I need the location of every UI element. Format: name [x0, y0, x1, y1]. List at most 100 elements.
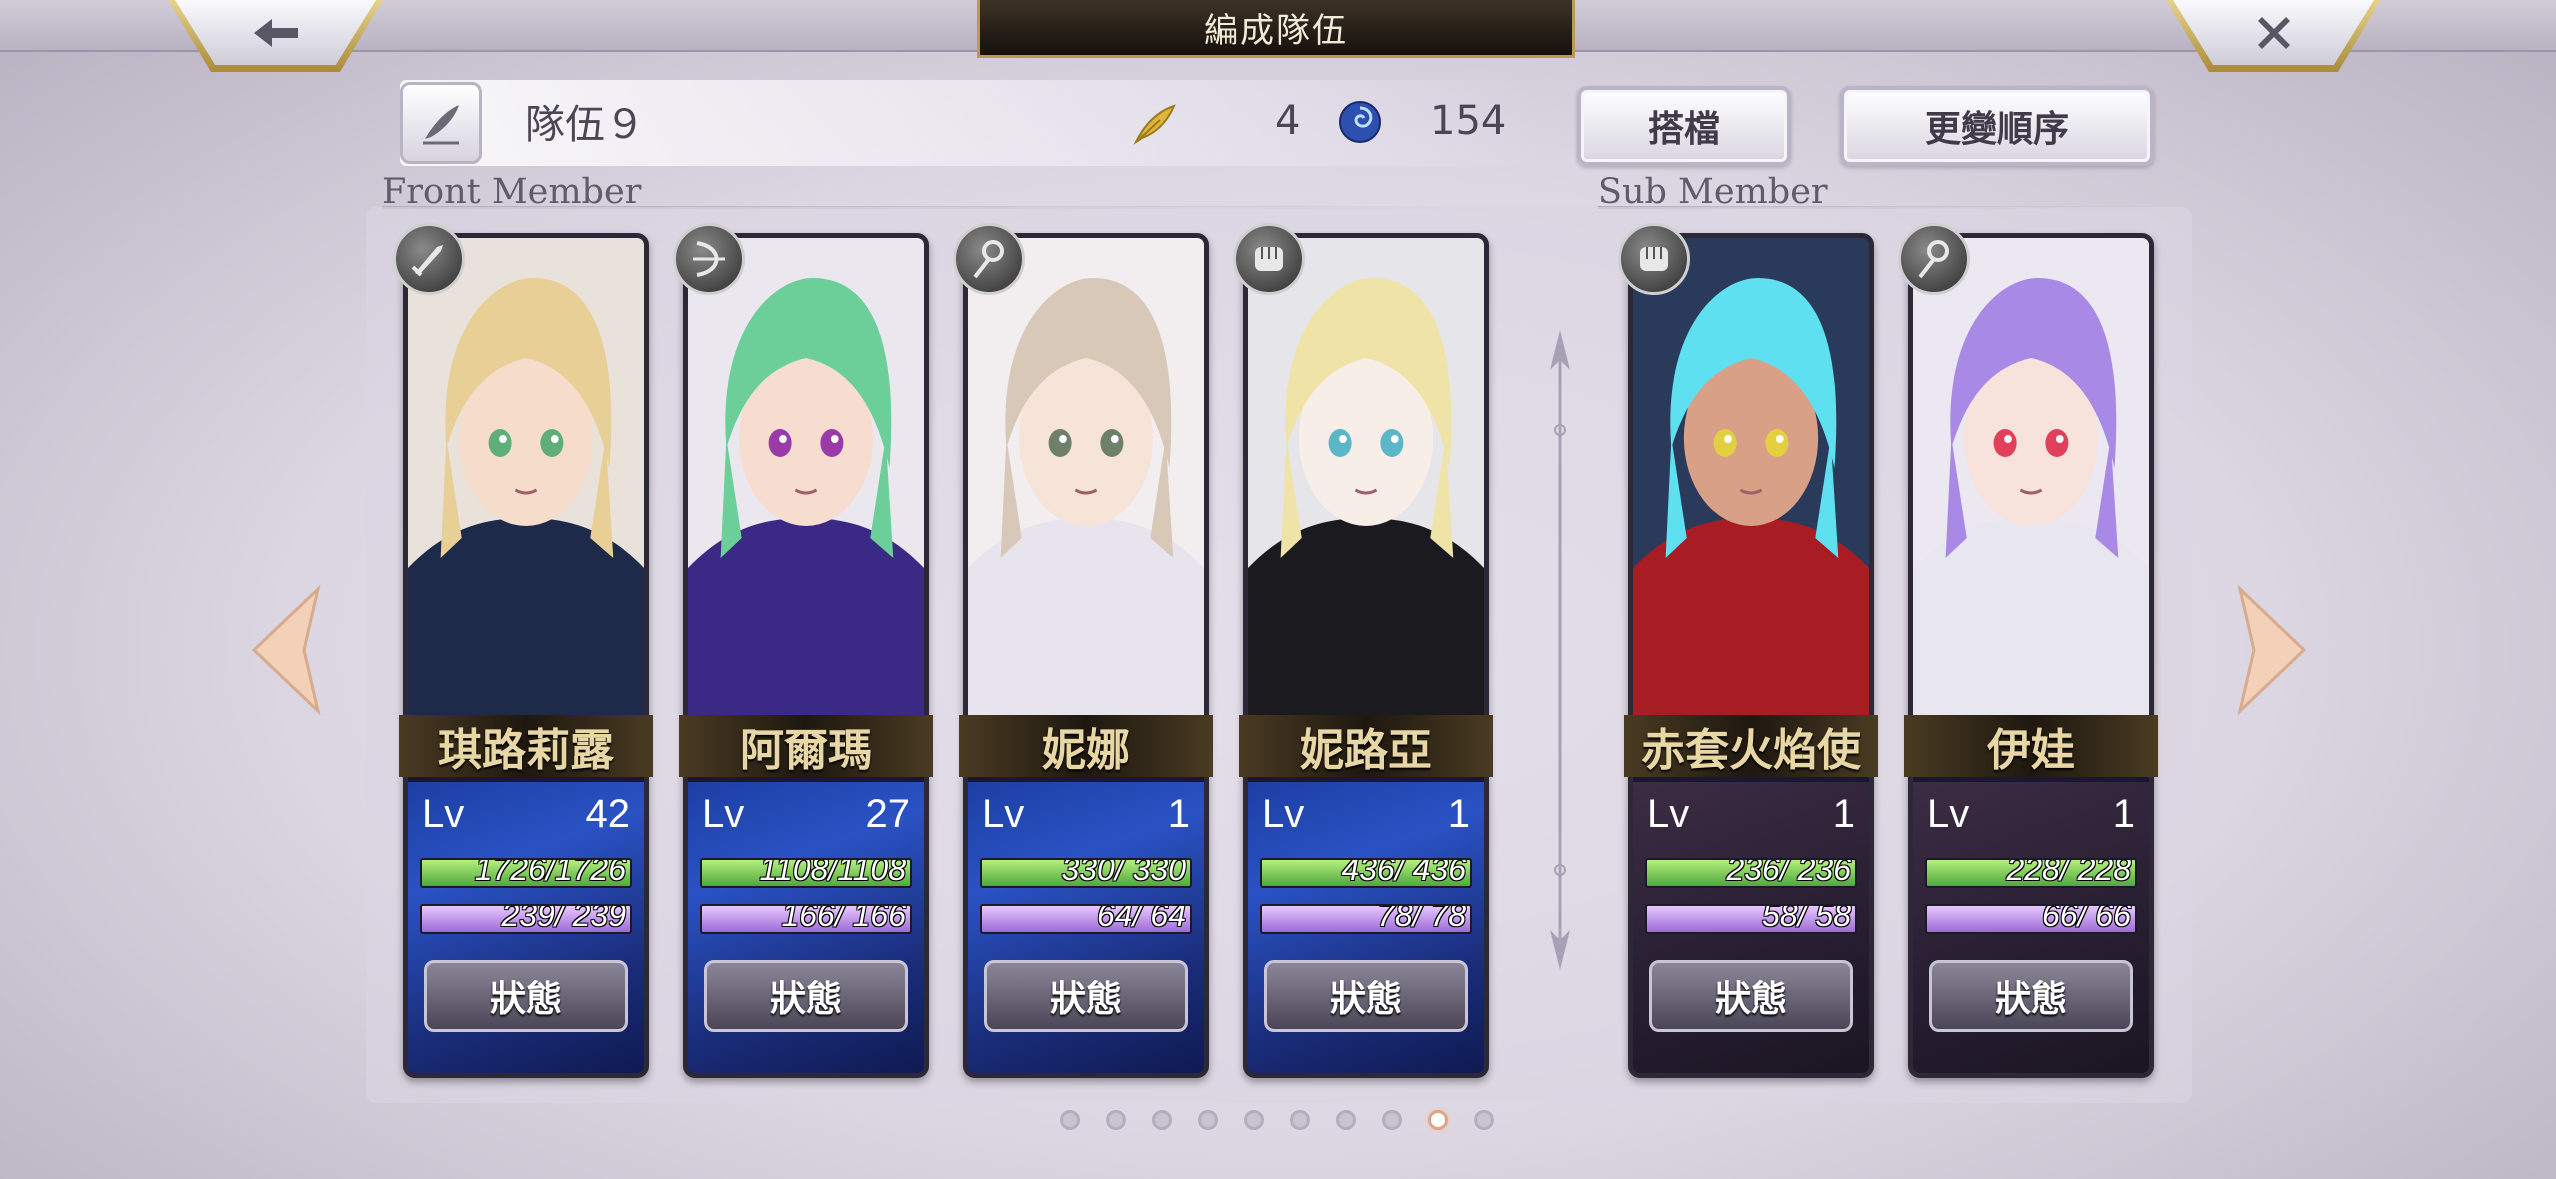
- bow-icon: [673, 223, 745, 295]
- hp-value: 228/ 228: [2006, 858, 2131, 887]
- quill-pen-icon: [423, 105, 459, 145]
- page-dot[interactable]: [1198, 1110, 1218, 1130]
- hp-value: 1108/1108: [759, 858, 906, 887]
- edit-team-name-button[interactable]: [400, 82, 482, 164]
- partner-button[interactable]: 搭檔: [1577, 86, 1791, 166]
- card-frame: Lv 1 228/ 228 66/ 66 狀態: [1908, 233, 2154, 1078]
- level-value: 1: [1832, 792, 1855, 836]
- hp-bar: 1108/1108: [700, 858, 912, 888]
- sub-member-card[interactable]: Lv 1 236/ 236 58/ 58 狀態 赤套火焰使: [1618, 223, 1878, 1078]
- level-label: Lv: [1927, 792, 1970, 836]
- next-page-arrow-icon[interactable]: [2236, 585, 2310, 715]
- mp-value: 78/ 78: [1377, 904, 1466, 933]
- mp-bar: 66/ 66: [1925, 904, 2137, 934]
- back-arrow-icon: [175, 0, 376, 65]
- stats-panel: Lv 42 1726/1726 239/ 239 狀態: [408, 782, 644, 1073]
- close-x-icon: [2173, 0, 2374, 65]
- front-member-card[interactable]: Lv 42 1726/1726 239/ 239 狀態 琪路莉露: [393, 223, 653, 1078]
- page-title: 編成隊伍: [977, 0, 1575, 58]
- character-portrait: [408, 238, 644, 726]
- page-dot[interactable]: [1060, 1110, 1080, 1130]
- sub-member-card[interactable]: Lv 1 228/ 228 66/ 66 狀態 伊娃: [1898, 223, 2158, 1078]
- feather-icon: [1133, 104, 1176, 145]
- status-button[interactable]: 狀態: [1264, 960, 1468, 1032]
- spiral-orb-icon: [1339, 101, 1381, 143]
- back-button[interactable]: [168, 0, 383, 72]
- hp-value: 236/ 236: [1726, 858, 1851, 887]
- status-button[interactable]: 狀態: [984, 960, 1188, 1032]
- character-portrait: [1248, 238, 1484, 726]
- stats-panel: Lv 1 236/ 236 58/ 58 狀態: [1633, 782, 1869, 1073]
- hp-bar: 330/ 330: [980, 858, 1192, 888]
- mp-bar: 64/ 64: [980, 904, 1192, 934]
- mp-value: 239/ 239: [501, 904, 626, 933]
- status-button[interactable]: 狀態: [1929, 960, 2133, 1032]
- fist-icon: [1233, 223, 1305, 295]
- character-name: 伊娃: [1904, 715, 2158, 777]
- stats-panel: Lv 1 436/ 436 78/ 78 狀態: [1248, 782, 1484, 1073]
- reorder-button[interactable]: 更變順序: [1840, 86, 2154, 166]
- character-name: 赤套火焰使: [1624, 715, 1878, 777]
- level-label: Lv: [422, 792, 465, 836]
- mp-bar: 239/ 239: [420, 904, 632, 934]
- mp-value: 64/ 64: [1097, 904, 1186, 933]
- page-dot[interactable]: [1244, 1110, 1264, 1130]
- page-indicator: [1060, 1110, 1494, 1130]
- feather-count: 4: [1275, 98, 1301, 144]
- character-name: 阿爾瑪: [679, 715, 933, 777]
- prev-page-arrow-icon[interactable]: [248, 585, 322, 715]
- status-button[interactable]: 狀態: [424, 960, 628, 1032]
- hp-bar: 228/ 228: [1925, 858, 2137, 888]
- card-frame: Lv 27 1108/1108 166/ 166 狀態: [683, 233, 929, 1078]
- level-value: 1: [1447, 792, 1470, 836]
- level-value: 27: [865, 792, 911, 836]
- staff-icon: [953, 223, 1025, 295]
- page-dot[interactable]: [1474, 1110, 1494, 1130]
- front-member-card[interactable]: Lv 1 436/ 436 78/ 78 狀態 妮路亞: [1233, 223, 1493, 1078]
- hp-value: 436/ 436: [1341, 858, 1466, 887]
- hp-bar: 436/ 436: [1260, 858, 1472, 888]
- status-button[interactable]: 狀態: [1649, 960, 1853, 1032]
- page-dot-active[interactable]: [1428, 1110, 1448, 1130]
- hp-value: 330/ 330: [1061, 858, 1186, 887]
- page-dot[interactable]: [1106, 1110, 1126, 1130]
- front-sub-separator: [1550, 330, 1570, 970]
- level-label: Lv: [982, 792, 1025, 836]
- level-label: Lv: [1262, 792, 1305, 836]
- mp-value: 66/ 66: [2042, 904, 2131, 933]
- character-portrait: [1913, 238, 2149, 726]
- page-dot[interactable]: [1382, 1110, 1402, 1130]
- character-name: 琪路莉露: [399, 715, 653, 777]
- character-portrait: [688, 238, 924, 726]
- mp-bar: 166/ 166: [700, 904, 912, 934]
- fist-icon: [1618, 223, 1690, 295]
- close-button[interactable]: [2166, 0, 2381, 72]
- orb-count: 154: [1430, 98, 1507, 144]
- level-label: Lv: [702, 792, 745, 836]
- page-dot[interactable]: [1290, 1110, 1310, 1130]
- page-dot[interactable]: [1336, 1110, 1356, 1130]
- level-value: 1: [2112, 792, 2135, 836]
- hp-bar: 1726/1726: [420, 858, 632, 888]
- mp-bar: 78/ 78: [1260, 904, 1472, 934]
- sword-icon: [393, 223, 465, 295]
- hp-value: 1726/1726: [474, 858, 626, 887]
- status-button[interactable]: 狀態: [704, 960, 908, 1032]
- character-name: 妮路亞: [1239, 715, 1493, 777]
- front-member-card[interactable]: Lv 1 330/ 330 64/ 64 狀態 妮娜: [953, 223, 1213, 1078]
- character-portrait: [1633, 238, 1869, 726]
- stats-panel: Lv 1 330/ 330 64/ 64 狀態: [968, 782, 1204, 1073]
- card-frame: Lv 1 330/ 330 64/ 64 狀態: [963, 233, 1209, 1078]
- front-member-card[interactable]: Lv 27 1108/1108 166/ 166 狀態 阿爾瑪: [673, 223, 933, 1078]
- staff-icon: [1898, 223, 1970, 295]
- mp-bar: 58/ 58: [1645, 904, 1857, 934]
- hp-bar: 236/ 236: [1645, 858, 1857, 888]
- character-portrait: [968, 238, 1204, 726]
- card-frame: Lv 1 436/ 436 78/ 78 狀態: [1243, 233, 1489, 1078]
- character-name: 妮娜: [959, 715, 1213, 777]
- mp-value: 166/ 166: [781, 904, 906, 933]
- mp-value: 58/ 58: [1762, 904, 1851, 933]
- stats-panel: Lv 27 1108/1108 166/ 166 狀態: [688, 782, 924, 1073]
- level-value: 1: [1167, 792, 1190, 836]
- page-dot[interactable]: [1152, 1110, 1172, 1130]
